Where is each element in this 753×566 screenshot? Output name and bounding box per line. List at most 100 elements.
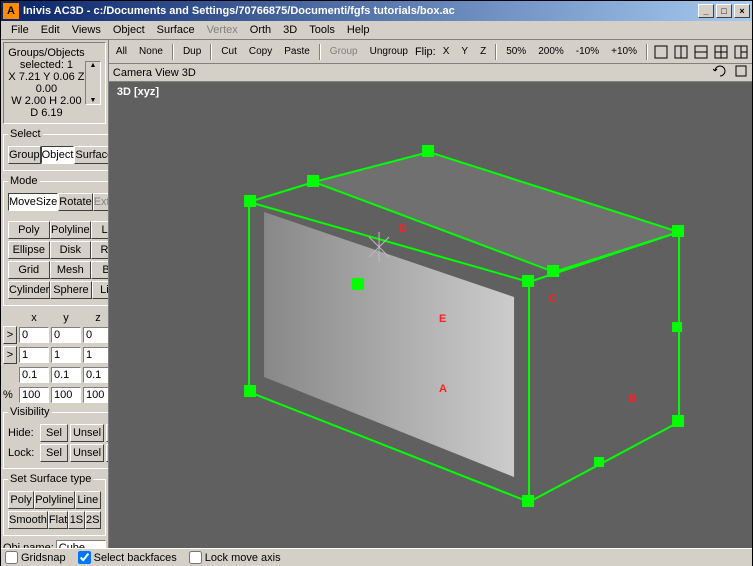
mode-light[interactable]: Light bbox=[92, 281, 109, 299]
menu-object[interactable]: Object bbox=[107, 22, 151, 38]
menu-surface[interactable]: Surface bbox=[151, 22, 201, 38]
move-x[interactable] bbox=[19, 367, 49, 383]
mode-legend: Mode bbox=[8, 175, 40, 187]
label-z: z bbox=[83, 312, 109, 324]
tb-layout5-icon[interactable] bbox=[732, 43, 750, 61]
menu-orth[interactable]: Orth bbox=[244, 22, 277, 38]
sidebar: Groups/Objects selected: 1 X 7.21 Y 0.06… bbox=[1, 40, 109, 548]
menu-3d[interactable]: 3D bbox=[277, 22, 303, 38]
st-poly[interactable]: Poly bbox=[8, 491, 34, 509]
sizeto-z[interactable] bbox=[83, 347, 109, 363]
mode-sphere[interactable]: Sphere bbox=[50, 281, 91, 299]
backfaces-option[interactable]: Select backfaces bbox=[78, 551, 177, 564]
tb-layout4-icon[interactable] bbox=[712, 43, 730, 61]
obj-name-row: Obj name: bbox=[3, 540, 106, 548]
tb-none[interactable]: None bbox=[134, 43, 168, 61]
hide-unsel[interactable]: Unsel bbox=[70, 424, 104, 442]
surface-type-legend: Set Surface type bbox=[8, 473, 93, 485]
menu-tools[interactable]: Tools bbox=[303, 22, 341, 38]
lock-label: Lock: bbox=[8, 447, 38, 459]
tb-zoom-p10[interactable]: +10% bbox=[606, 43, 642, 61]
window-title: Inivis AC3D - c:/Documents and Settings/… bbox=[23, 5, 696, 17]
st-smooth[interactable]: Smooth bbox=[8, 511, 48, 529]
select-object-btn[interactable]: Object bbox=[41, 146, 75, 164]
scale-y[interactable] bbox=[51, 387, 81, 403]
app-icon: A bbox=[3, 3, 19, 19]
backfaces-check[interactable] bbox=[78, 551, 91, 564]
tb-zoom-50[interactable]: 50% bbox=[501, 43, 531, 61]
mode-poly[interactable]: Poly bbox=[8, 221, 50, 239]
viewport-3d[interactable]: 3D [xyz] bbox=[109, 82, 752, 548]
tb-ungroup[interactable]: Ungroup bbox=[365, 43, 413, 61]
menu-file[interactable]: File bbox=[5, 22, 35, 38]
tb-flip-y[interactable]: Y bbox=[456, 43, 473, 61]
tb-flip-x[interactable]: X bbox=[438, 43, 455, 61]
tb-layout3-icon[interactable] bbox=[692, 43, 710, 61]
tb-layout1-icon[interactable] bbox=[652, 43, 670, 61]
tb-copy[interactable]: Copy bbox=[244, 43, 277, 61]
scale-x[interactable] bbox=[19, 387, 49, 403]
obj-name-input[interactable] bbox=[56, 540, 106, 548]
select-group-btn[interactable]: Group bbox=[8, 146, 41, 164]
mode-ellipse[interactable]: Ellipse bbox=[8, 241, 50, 259]
lockmove-check[interactable] bbox=[189, 551, 202, 564]
lock-sel[interactable]: Sel bbox=[40, 444, 68, 462]
st-2s[interactable]: 2S bbox=[85, 511, 101, 529]
moveto-expand[interactable]: > bbox=[3, 326, 17, 344]
minimize-button[interactable]: _ bbox=[698, 4, 714, 18]
mode-movesize[interactable]: MoveSize bbox=[8, 193, 58, 211]
mode-disk[interactable]: Disk bbox=[50, 241, 92, 259]
tb-paste[interactable]: Paste bbox=[279, 43, 315, 61]
annot-c: C bbox=[549, 293, 557, 305]
maximize-button[interactable]: □ bbox=[716, 4, 732, 18]
st-flat[interactable]: Flat bbox=[48, 511, 68, 529]
mode-box[interactable]: Box bbox=[91, 261, 109, 279]
tb-zoom-200[interactable]: 200% bbox=[533, 43, 569, 61]
gridsnap-check[interactable] bbox=[5, 551, 18, 564]
moveto-y[interactable] bbox=[51, 327, 81, 343]
gridsnap-option[interactable]: Gridsnap bbox=[5, 551, 66, 564]
sizeto-y[interactable] bbox=[51, 347, 81, 363]
mode-rotate[interactable]: Rotate bbox=[58, 193, 92, 211]
hide-sel[interactable]: Sel bbox=[40, 424, 68, 442]
st-polyline[interactable]: Polyline bbox=[34, 491, 75, 509]
menu-help[interactable]: Help bbox=[341, 22, 376, 38]
menu-edit[interactable]: Edit bbox=[35, 22, 66, 38]
menu-views[interactable]: Views bbox=[66, 22, 107, 38]
st-1s[interactable]: 1S bbox=[68, 511, 84, 529]
move-y[interactable] bbox=[51, 367, 81, 383]
maximize-view-icon[interactable] bbox=[734, 64, 748, 78]
mode-grid[interactable]: Grid bbox=[8, 261, 50, 279]
tb-zoom-m10[interactable]: -10% bbox=[571, 43, 604, 61]
mode-rect[interactable]: Rect bbox=[91, 241, 109, 259]
moveto-x[interactable] bbox=[19, 327, 49, 343]
mode-polyline[interactable]: Polyline bbox=[50, 221, 92, 239]
moveto-z[interactable] bbox=[83, 327, 109, 343]
tb-flip-z[interactable]: Z bbox=[475, 43, 491, 61]
sizeto-expand[interactable]: > bbox=[3, 346, 17, 364]
spin-icon[interactable] bbox=[713, 64, 727, 78]
tb-flip-label: Flip: bbox=[415, 46, 436, 58]
tb-cut[interactable]: Cut bbox=[216, 43, 242, 61]
move-z[interactable] bbox=[83, 367, 109, 383]
menu-vertex: Vertex bbox=[201, 22, 244, 38]
select-surface-btn[interactable]: Surface bbox=[74, 146, 109, 164]
lockmove-option[interactable]: Lock move axis bbox=[189, 551, 281, 564]
mode-cylinder[interactable]: Cylinder bbox=[8, 281, 50, 299]
select-group: Select Group Object Surface Vertex bbox=[3, 128, 109, 171]
scene-3d: D E C A B bbox=[109, 82, 752, 548]
tb-all[interactable]: All bbox=[111, 43, 132, 61]
close-button[interactable]: × bbox=[734, 4, 750, 18]
mode-group: Mode MoveSize Rotate Extrude Poly Polyli… bbox=[3, 175, 109, 306]
st-line[interactable]: Line bbox=[75, 491, 101, 509]
tb-group: Group bbox=[325, 43, 363, 61]
coords-panel: x y z > Move to > Size to bbox=[3, 310, 106, 406]
tb-dup[interactable]: Dup bbox=[178, 43, 206, 61]
tb-layout2-icon[interactable] bbox=[672, 43, 690, 61]
info-scrollbar[interactable]: ▲▼ bbox=[85, 61, 101, 105]
sizeto-x[interactable] bbox=[19, 347, 49, 363]
scale-z[interactable] bbox=[83, 387, 109, 403]
mode-line[interactable]: Line bbox=[91, 221, 109, 239]
lock-unsel[interactable]: Unsel bbox=[70, 444, 104, 462]
mode-mesh[interactable]: Mesh bbox=[50, 261, 92, 279]
